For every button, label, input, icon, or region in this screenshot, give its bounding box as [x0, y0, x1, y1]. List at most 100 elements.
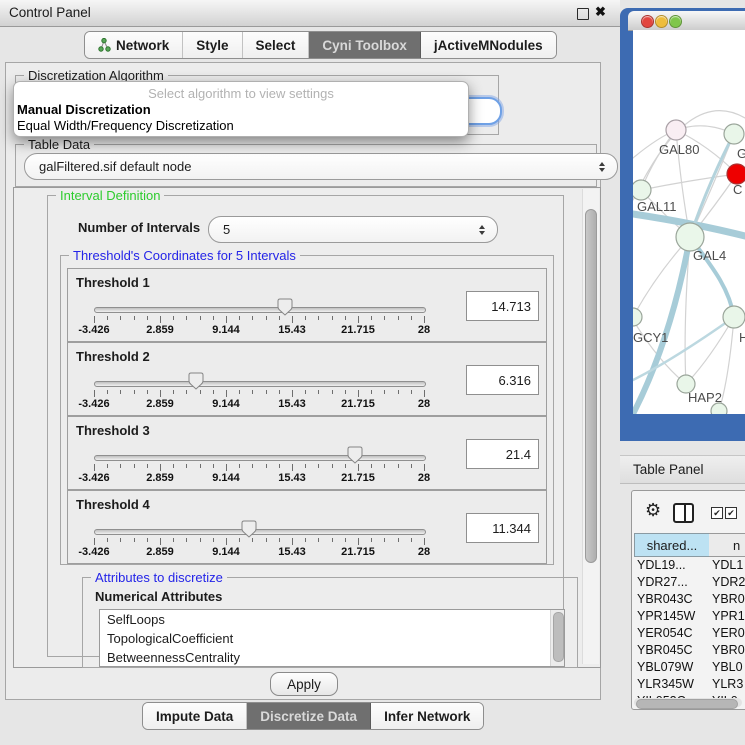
panel-scrollbar-thumb[interactable]: [585, 209, 597, 563]
slider-tick: [345, 464, 346, 468]
table-panel-title: Table Panel: [633, 462, 704, 477]
attributes-list-scrollbar[interactable]: [550, 610, 564, 666]
tab-style[interactable]: Style: [183, 32, 242, 58]
slider-tick: [411, 390, 412, 394]
slider-thumb[interactable]: [277, 298, 293, 316]
slider-tick-label: 21.715: [325, 472, 391, 484]
tab-jactivemnodules[interactable]: jActiveMNodules: [421, 32, 556, 58]
threshold-panel-3: Threshold 3-3.4262.8599.14415.4321.71528…: [67, 416, 547, 490]
slider-tick: [371, 538, 372, 542]
network-node[interactable]: [723, 306, 745, 328]
close-icon[interactable]: ✖: [595, 4, 606, 20]
network-node[interactable]: [666, 120, 686, 140]
slider-track[interactable]: [94, 307, 426, 313]
network-canvas[interactable]: GAL80GACGAL11GAL4GCY1HHAP2: [633, 30, 745, 414]
table-row[interactable]: YPR145WYPR1: [634, 608, 745, 625]
slider-tick: [134, 538, 135, 542]
slider-tick: [226, 316, 227, 323]
network-edge: [641, 174, 737, 190]
table-row[interactable]: YDL19... YDL1: [634, 557, 745, 574]
checkbox-icon-2[interactable]: ✔: [725, 507, 737, 519]
slider-tick: [213, 464, 214, 468]
table-row[interactable]: YER054CYER0: [634, 625, 745, 642]
cell-name: YBL0: [712, 659, 743, 676]
number-of-intervals-spinner[interactable]: 5: [208, 216, 498, 243]
attribute-list-item[interactable]: BetweennessCentrality: [100, 648, 564, 667]
slider-tick: [305, 464, 306, 468]
attributes-list-scrollbar-thumb[interactable]: [553, 612, 564, 662]
threshold-value-field[interactable]: 11.344: [466, 513, 539, 543]
slider-thumb[interactable]: [241, 520, 257, 538]
slider-tick: [411, 464, 412, 468]
slider-track[interactable]: [94, 529, 426, 535]
zoom-traffic-light[interactable]: [669, 15, 682, 28]
minimize-traffic-light[interactable]: [655, 15, 668, 28]
threshold-panel-4: Threshold 4-3.4262.8599.14415.4321.71528…: [67, 490, 547, 564]
cell-name: YER0: [712, 625, 745, 642]
slider-tick: [186, 390, 187, 394]
slider-track[interactable]: [94, 455, 426, 461]
attribute-list-item[interactable]: SelfLoops: [100, 610, 564, 629]
table-row[interactable]: YDR27...YDR2: [634, 574, 745, 591]
table-hscrollbar-thumb[interactable]: [636, 699, 738, 709]
slider-track[interactable]: [94, 381, 426, 387]
slider-tick-label: 28: [391, 472, 457, 484]
cell-shared-name: YDL19...: [637, 557, 686, 574]
tab-impute-data[interactable]: Impute Data: [143, 703, 247, 729]
apply-button[interactable]: Apply: [270, 672, 338, 696]
algorithm-option-equal-width[interactable]: Equal Width/Frequency Discretization: [17, 118, 234, 133]
threshold-value-field[interactable]: 6.316: [466, 365, 539, 395]
tab-cyni-toolbox[interactable]: Cyni Toolbox: [309, 32, 421, 58]
threshold-label: Threshold 1: [76, 275, 150, 290]
attribute-list-item[interactable]: TopologicalCoefficient: [100, 629, 564, 648]
network-window-titlebar[interactable]: [628, 11, 745, 31]
slider-tick: [252, 464, 253, 468]
slider-tick: [424, 316, 425, 323]
gear-icon[interactable]: ⚙: [645, 500, 661, 521]
slider-tick: [398, 464, 399, 468]
float-panel-icon[interactable]: [577, 8, 589, 20]
threshold-panel-1: Threshold 1-3.4262.8599.14415.4321.71528…: [67, 268, 547, 342]
slider-thumb[interactable]: [188, 372, 204, 390]
table-row[interactable]: YBL079WYBL0: [634, 659, 745, 676]
network-node[interactable]: [676, 223, 704, 251]
table-row[interactable]: YBR045CYBR0: [634, 642, 745, 659]
network-node[interactable]: [724, 124, 744, 144]
network-node[interactable]: [727, 164, 745, 184]
threshold-value-field[interactable]: 14.713: [466, 291, 539, 321]
algorithm-option-manual[interactable]: Manual Discretization: [17, 102, 151, 117]
table-row[interactable]: YBR043CYBR0: [634, 591, 745, 608]
checkbox-icon-1[interactable]: ✔: [711, 507, 723, 519]
panel-scrollbar[interactable]: [582, 189, 599, 664]
slider-thumb[interactable]: [347, 446, 363, 464]
table-header-shared[interactable]: shared...: [634, 533, 710, 557]
table-header-name[interactable]: n: [709, 533, 745, 557]
slider-tick: [266, 316, 267, 320]
table-data-combo[interactable]: galFiltered.sif default node: [24, 153, 618, 180]
slider-tick: [173, 390, 174, 394]
slider-tick: [147, 464, 148, 468]
cell-name: YLR3: [712, 676, 743, 693]
tab-network[interactable]: Network: [85, 32, 183, 58]
slider-tick: [147, 538, 148, 542]
close-traffic-light[interactable]: [641, 15, 654, 28]
slider-tick: [252, 316, 253, 320]
tab-infer-network[interactable]: Infer Network: [371, 703, 483, 729]
cell-name: YDR2: [712, 574, 745, 591]
tab-select[interactable]: Select: [243, 32, 310, 58]
thresholds-group: Threshold's Coordinates for 5 Intervals …: [60, 255, 554, 565]
cell-name: YDL1: [712, 557, 743, 574]
threshold-label: Threshold 4: [76, 497, 150, 512]
combo-arrows-icon: [599, 162, 605, 172]
slider-tick-label: 28: [391, 546, 457, 558]
slider-tick: [332, 538, 333, 542]
table-row[interactable]: YLR345WYLR3: [634, 676, 745, 693]
column-layout-icon[interactable]: [673, 503, 694, 523]
table-hscrollbar[interactable]: [634, 698, 742, 707]
network-node[interactable]: [633, 308, 642, 326]
tab-discretize-data[interactable]: Discretize Data: [247, 703, 371, 729]
slider-tick-label: 9.144: [193, 472, 259, 484]
slider-tick: [279, 538, 280, 542]
threshold-value-field[interactable]: 21.4: [466, 439, 539, 469]
network-node[interactable]: [633, 180, 651, 200]
